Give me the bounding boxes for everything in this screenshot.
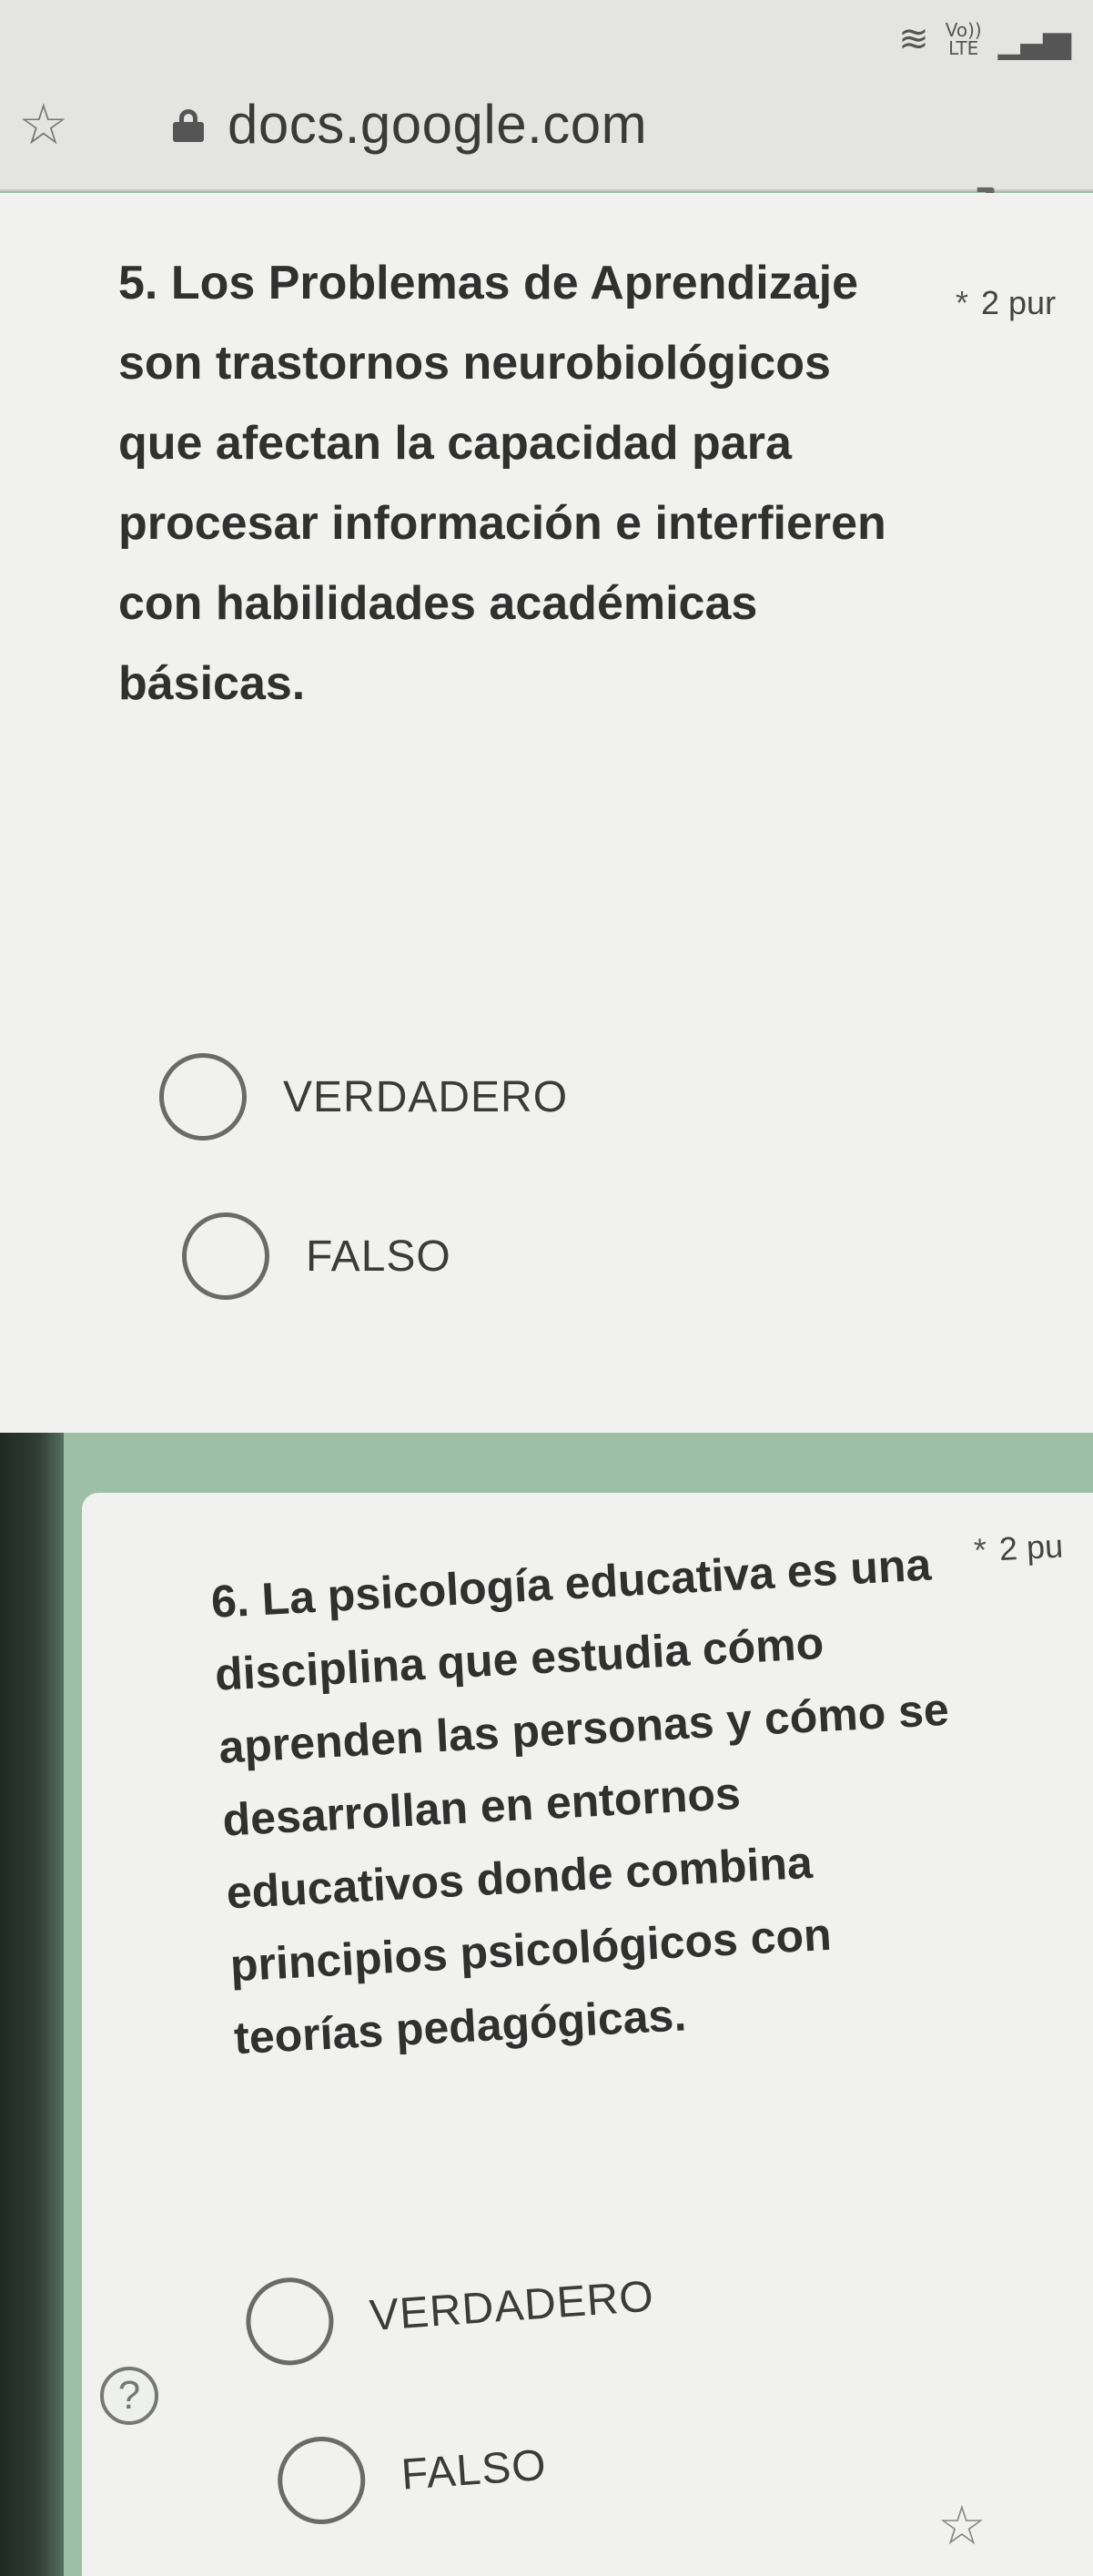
question-title: 6. La psicología educativa es una discip… <box>209 1538 950 2064</box>
status-bar: ≋ Vo)) LTE ▁▃▅ <box>898 18 1071 60</box>
url-text[interactable]: docs.google.com <box>228 93 647 156</box>
question-card-6: 6. La psicología educativa es una discip… <box>82 1493 1093 2576</box>
radio-button[interactable] <box>159 1053 247 1141</box>
question-card-5: 5. Los Problemas de Aprendizaje son tras… <box>0 193 1093 1433</box>
option-label: VERDADERO <box>283 1072 569 1121</box>
wifi-icon: ≋ <box>898 19 929 59</box>
lte-label: LTE <box>948 37 979 59</box>
option-falso[interactable]: FALSO <box>275 2421 550 2528</box>
points-label: * 2 pu <box>973 1526 1064 1569</box>
star-menu-icon[interactable]: ☆ <box>937 2494 987 2558</box>
address-bar[interactable]: ☆ docs.google.com <box>18 91 647 157</box>
points-value: 2 pur <box>981 284 1057 321</box>
radio-button[interactable] <box>275 2433 369 2528</box>
question-title: 5. Los Problemas de Aprendizaje son tras… <box>118 257 886 710</box>
option-label: FALSO <box>400 2440 549 2500</box>
radio-button[interactable] <box>182 1212 269 1300</box>
option-verdadero[interactable]: VERDADERO <box>243 2252 657 2368</box>
browser-top-bar: ≋ Vo)) LTE ▁▃▅ ☆ docs.google.com <box>0 0 1093 191</box>
network-indicator: Vo)) LTE <box>946 21 982 57</box>
option-verdadero[interactable]: VERDADERO <box>159 1053 568 1141</box>
radio-button[interactable] <box>243 2275 337 2368</box>
required-asterisk: * <box>956 284 969 321</box>
volte-label: Vo)) <box>945 19 982 41</box>
points-value: 2 pu <box>997 1526 1065 1568</box>
help-icon[interactable]: ? <box>100 2367 158 2425</box>
option-falso[interactable]: FALSO <box>182 1212 451 1300</box>
required-asterisk: * <box>972 1530 988 1569</box>
star-outline-icon[interactable]: ☆ <box>18 91 100 157</box>
lock-icon <box>173 108 204 142</box>
points-label: * 2 pur <box>956 284 1056 322</box>
option-label: VERDADERO <box>368 2271 656 2340</box>
signal-icon: ▁▃▅ <box>997 19 1071 59</box>
option-label: FALSO <box>306 1232 451 1281</box>
